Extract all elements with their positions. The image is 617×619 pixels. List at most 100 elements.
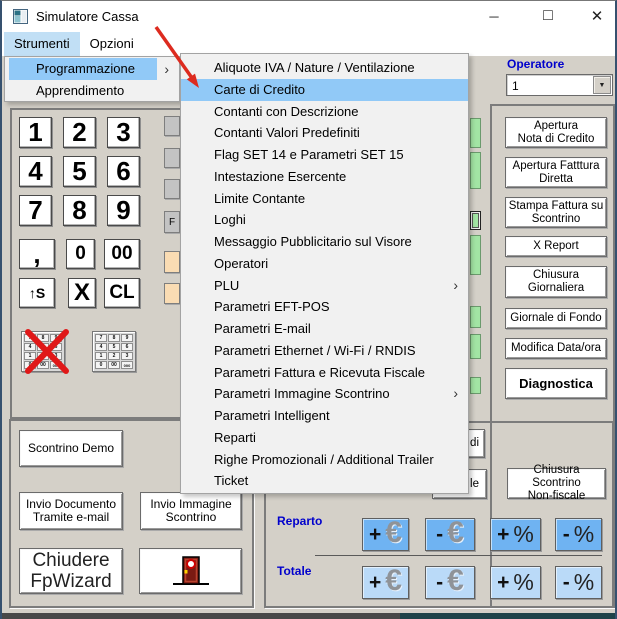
chiusura-giornaliera-button[interactable]: ChiusuraGiornaliera [505,266,607,298]
maximize-button[interactable]: □ [532,4,564,28]
submenu-item-reparti[interactable]: Reparti [181,427,468,449]
submenu-item-parametri-immagine-scontrino[interactable]: Parametri Immagine Scontrino› [181,383,468,405]
door-icon [169,553,213,589]
partially-hidden-gray-button[interactable] [164,148,180,168]
reparto-minus-euro-button[interactable]: -€ [425,518,475,551]
red-x-icon [23,328,71,375]
sign-glyph: - [436,524,443,545]
apertura-fatttura-diretta-button[interactable]: Apertura FattturaDiretta [505,157,607,188]
keypad-button-1[interactable]: 1 [19,117,52,148]
totale-minus-euro-button[interactable]: -€ [425,566,475,599]
x-report-button[interactable]: X Report [505,236,607,257]
button-line: Modifica Data/ora [511,342,601,355]
submenu-item-parametri-e-mail[interactable]: Parametri E-mail [181,318,468,340]
giornale-di-fondo-button[interactable]: Giornale di Fondo [505,308,607,329]
keypad-button-7[interactable]: 7 [19,195,52,226]
submenu-item-label: Reparti [214,430,256,445]
submenu-item-contanti-con-descrizione[interactable]: Contanti con Descrizione [181,101,468,123]
partially-hidden-gray-button[interactable] [164,179,180,199]
keypad-button-2[interactable]: 2 [63,117,96,148]
submenu-item-loghi[interactable]: Loghi [181,209,468,231]
operatore-combobox[interactable]: 1 ▼ [506,74,613,96]
keypad-button-cl[interactable]: CL [104,278,140,308]
keypad-button-6[interactable]: 6 [107,156,140,187]
keypad-button-8[interactable]: 8 [63,195,96,226]
submenu-item-intestazione-esercente[interactable]: Intestazione Esercente [181,166,468,188]
totale-plus-percent-button[interactable]: +% [490,566,541,599]
partially-hidden-gray-button[interactable] [164,116,180,136]
partially-hidden-green-button[interactable] [470,118,481,148]
partially-hidden-green-button[interactable] [470,334,481,359]
sign-glyph: + [369,524,381,545]
stampa-fattura-su-scontrino-button[interactable]: Stampa Fattura suScontrino [505,197,607,228]
keypad-button-4[interactable]: 4 [19,156,52,187]
apertura-nota-di-credito-button[interactable]: AperturaNota di Credito [505,117,607,148]
menu-item-label: Apprendimento [36,83,124,98]
submenu-item-label: Carte di Credito [214,82,305,97]
keypad-button-x[interactable]: X [68,278,96,308]
submenu-item-carte-di-credito[interactable]: Carte di Credito [181,79,468,101]
reparto-plus-percent-button[interactable]: +% [490,518,541,551]
submenu-item-righe-promozionali-additional-trailer[interactable]: Righe Promozionali / Additional Trailer [181,449,468,471]
mini-key: 5 [108,343,120,351]
partially-hidden-green-button[interactable] [470,306,481,328]
partially-hidden-peach-button[interactable] [164,251,180,273]
submenu-item-flag-set-14-e-parametri-set-15[interactable]: Flag SET 14 e Parametri SET 15 [181,144,468,166]
close-button[interactable]: ✕ [581,4,613,28]
operatore-label: Operatore [507,57,564,71]
submenu-item-contanti-valori-predefiniti[interactable]: Contanti Valori Predefiniti [181,122,468,144]
submenu-item-ticket[interactable]: Ticket [181,470,468,492]
menu-item-apprendimento[interactable]: Apprendimento [5,80,179,102]
submenu-item-label: Parametri Immagine Scontrino [214,386,390,401]
keypad-button-3[interactable]: 3 [107,117,140,148]
chiudere-fpwizard-button[interactable]: ChiudereFpWizard [19,548,123,594]
keypad-button-0[interactable]: 0 [66,239,95,269]
reparto-minus-percent-button[interactable]: -% [555,518,602,551]
partially-hidden-green-button[interactable] [470,152,481,189]
submenu-item-parametri-eft-pos[interactable]: Parametri EFT-POS [181,296,468,318]
reparto-plus-euro-button[interactable]: +€ [362,518,409,551]
submenu-item-label: Parametri Fattura e Ricevuta Fiscale [214,365,425,380]
modifica-data-ora-button[interactable]: Modifica Data/ora [505,338,607,359]
keypad-button-00[interactable]: 00 [104,239,140,269]
submenu-item-label: Intestazione Esercente [214,169,346,184]
partially-hidden-green-button[interactable] [470,235,481,275]
menubar-item-opzioni[interactable]: Opzioni [80,32,144,56]
submenu-item-operatori[interactable]: Operatori [181,253,468,275]
button-line: Giornale di Fondo [510,312,601,325]
submenu-item-messaggio-pubblicitario-sul-visore[interactable]: Messaggio Pubblicitario sul Visore [181,231,468,253]
mini-key: 9 [121,334,133,342]
menubar-item-strumenti[interactable]: Strumenti [4,32,80,56]
diagnostica-button[interactable]: Diagnostica [505,368,607,399]
partially-hidden-gray-button[interactable]: F [164,211,180,233]
invio-immagine-scontrino-button[interactable]: Invio ImmagineScontrino [140,492,242,530]
keypad-button-[interactable]: , [19,239,55,269]
minimize-button[interactable]: ─ [478,4,510,28]
submenu-item-plu[interactable]: PLU› [181,275,468,297]
submenu-item-limite-contante[interactable]: Limite Contante [181,188,468,210]
totale-plus-euro-button[interactable]: +€ [362,566,409,599]
button-line: Apertura Fatttura [513,160,600,173]
scontrino-demo-button[interactable]: Scontrino Demo [19,430,123,467]
invio-documento-tramite-e-mail-button[interactable]: Invio DocumentoTramite e-mail [19,492,123,530]
partially-hidden-peach-button[interactable] [164,283,180,304]
keypad-button-5[interactable]: 5 [63,156,96,187]
chiusura-scontrino-non-fiscale-button[interactable]: Chiusura Scontrino Non-fiscale [507,468,606,499]
menu-item-programmazione[interactable]: Programmazione› [5,58,179,80]
partially-hidden-green-button[interactable] [470,377,481,394]
partially-hidden-green-button[interactable] [470,211,481,230]
totale-minus-percent-button[interactable]: -% [555,566,602,599]
combo-dropdown-button[interactable]: ▼ [593,76,611,94]
submenu-item-parametri-ethernet-wi-fi-rndis[interactable]: Parametri Ethernet / Wi-Fi / RNDIS [181,340,468,362]
submenu-item-aliquote-iva-nature-ventilazione[interactable]: Aliquote IVA / Nature / Ventilazione [181,57,468,79]
operatore-value: 1 [512,79,519,93]
keypad-button-9[interactable]: 9 [107,195,140,226]
mini-key: 3 [121,352,133,360]
submenu-item-parametri-fattura-e-ricevuta-fiscale[interactable]: Parametri Fattura e Ricevuta Fiscale [181,362,468,384]
keypad-button-s[interactable]: ↑S [19,278,55,308]
submenu-item-parametri-intelligent[interactable]: Parametri Intelligent [181,405,468,427]
sign-glyph: + [497,524,509,545]
button-line: Giornaliera [528,282,584,295]
menu-item-label: Programmazione [36,61,135,76]
exit-door-button[interactable] [139,548,242,594]
